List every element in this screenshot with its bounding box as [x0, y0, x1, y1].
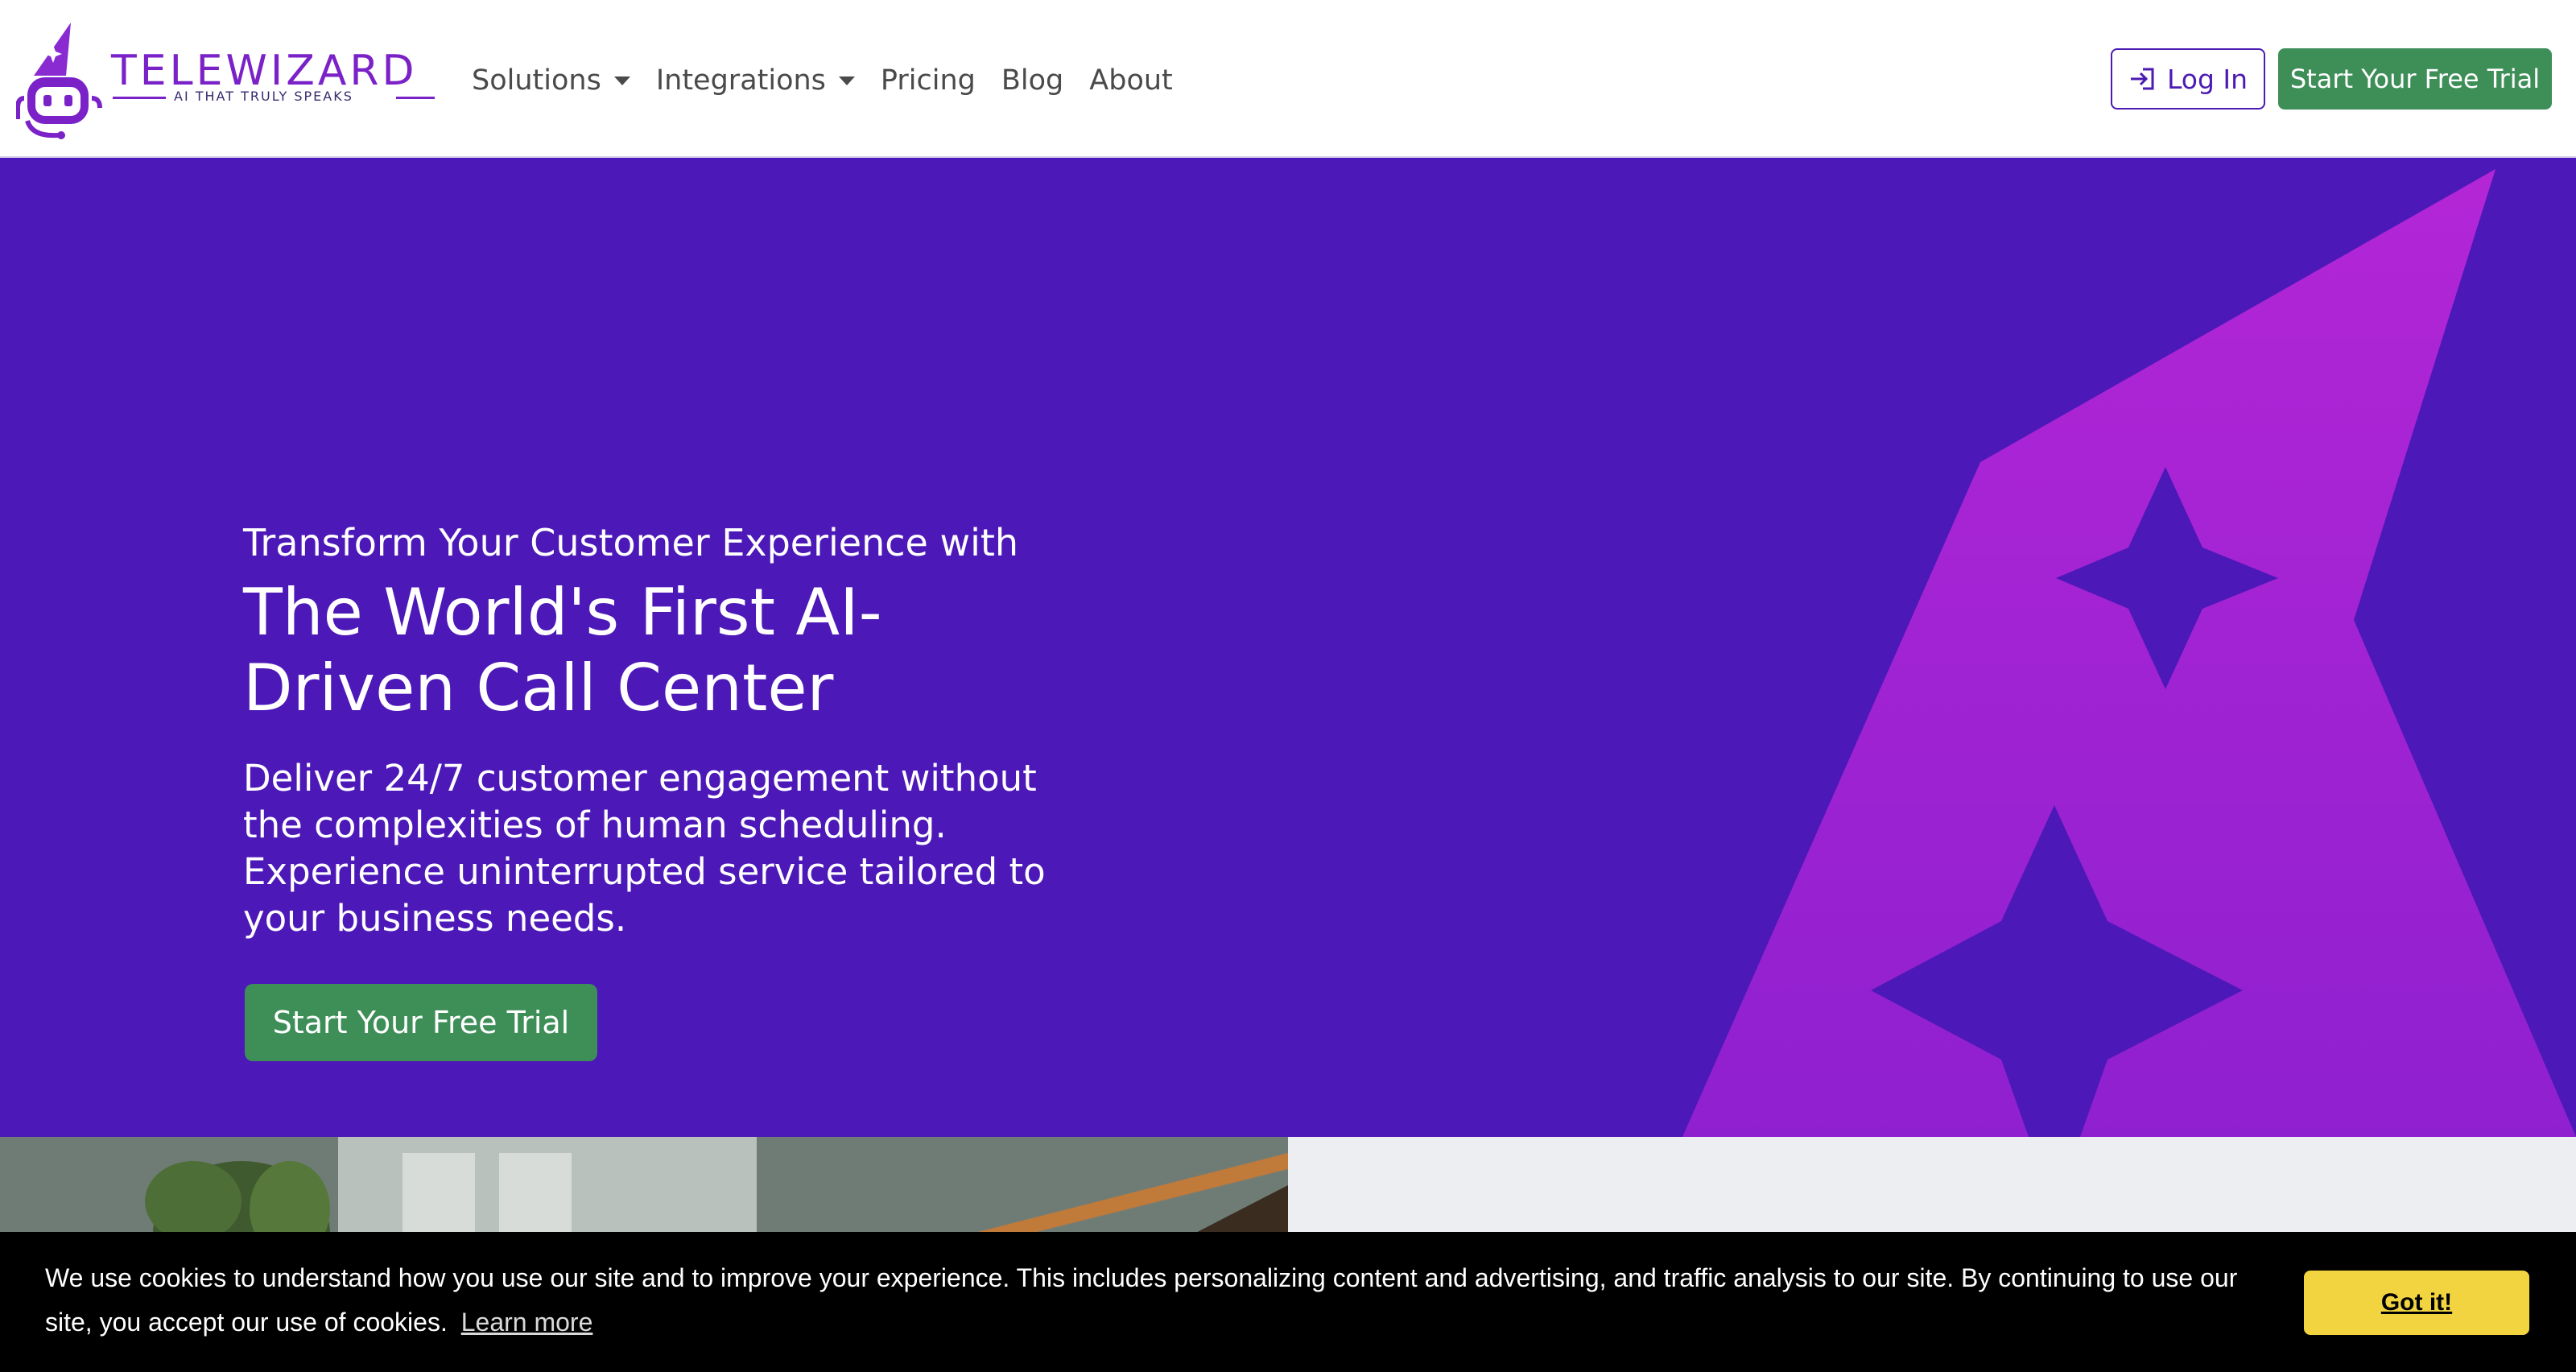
- nav-about[interactable]: About: [1089, 64, 1172, 97]
- start-free-trial-hero-button[interactable]: Start Your Free Trial: [245, 984, 597, 1061]
- cookie-banner: We use cookies to understand how you use…: [0, 1232, 2576, 1372]
- cookie-message: We use cookies to understand how you use…: [45, 1263, 2238, 1337]
- tagline-rule-left: [113, 97, 166, 99]
- learn-more-link[interactable]: Learn more: [461, 1308, 593, 1337]
- nav-integrations[interactable]: Integrations: [656, 64, 855, 97]
- telewizard-logo[interactable]: TELEWIZARD AI THAT TRULY SPEAKS: [16, 19, 435, 140]
- hero-pretitle: Transform Your Customer Experience with: [243, 521, 1019, 564]
- main-nav: Solutions Integrations Pricing Blog Abou…: [472, 58, 1199, 103]
- cookie-message-wrap: We use cookies to understand how you use…: [45, 1256, 2267, 1345]
- login-button[interactable]: Log In: [2111, 48, 2265, 110]
- cookie-accept-button[interactable]: Got it!: [2304, 1271, 2529, 1335]
- brand-name: TELEWIZARD: [111, 47, 418, 95]
- hero-description: Deliver 24/7 customer engagement without…: [243, 757, 1046, 940]
- nav-solutions-label: Solutions: [472, 64, 601, 97]
- hero-copy: Transform Your Customer Experience with …: [243, 519, 1080, 942]
- chevron-down-icon: [613, 76, 630, 85]
- chevron-down-icon: [838, 76, 855, 85]
- nav-solutions[interactable]: Solutions: [472, 64, 630, 97]
- start-free-trial-nav-button[interactable]: Start Your Free Trial: [2278, 48, 2552, 110]
- hero-title: The World's First AI-Driven Call Center: [243, 575, 882, 725]
- wizard-robot-icon: [16, 23, 102, 139]
- nav-pricing[interactable]: Pricing: [881, 64, 976, 97]
- brand-tagline: AI THAT TRULY SPEAKS: [174, 89, 353, 104]
- sign-in-icon: [2130, 68, 2154, 90]
- login-label: Log In: [2166, 63, 2248, 95]
- nav-integrations-label: Integrations: [655, 64, 826, 97]
- top-navbar: TELEWIZARD AI THAT TRULY SPEAKS Solution…: [0, 0, 2576, 158]
- nav-blog[interactable]: Blog: [1001, 64, 1063, 97]
- tagline-rule-right: [396, 97, 435, 99]
